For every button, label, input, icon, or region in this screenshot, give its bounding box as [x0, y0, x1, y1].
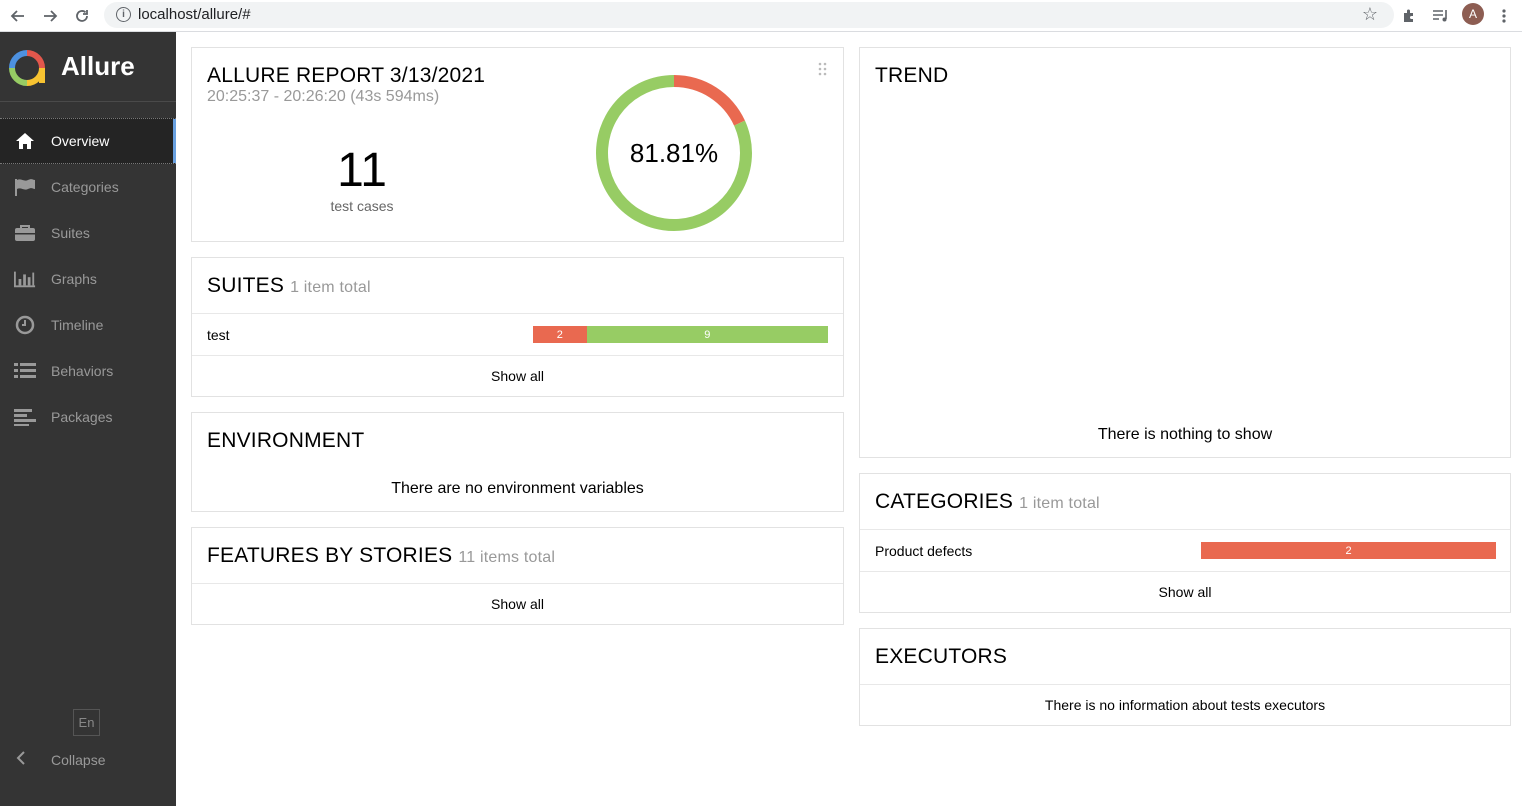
trend-widget: TREND There is nothing to show: [859, 47, 1511, 458]
passed-segment[interactable]: 9: [586, 326, 828, 343]
extensions-icon[interactable]: [1397, 4, 1421, 28]
environment-widget: ENVIRONMENT There are no environment var…: [191, 412, 844, 512]
features-show-all-row[interactable]: Show all: [192, 583, 843, 625]
categories-show-all-row[interactable]: Show all: [860, 571, 1510, 613]
sidebar-item-packages[interactable]: Packages: [0, 394, 176, 440]
home-icon: [14, 131, 36, 151]
table-row[interactable]: Product defects 2: [860, 529, 1510, 571]
sidebar-item-label: Categories: [51, 179, 119, 195]
categories-widget: CATEGORIES 1 item total Product defects 2…: [859, 473, 1511, 613]
executors-empty-row: There is no information about tests exec…: [860, 684, 1510, 726]
info-icon[interactable]: i: [116, 7, 131, 22]
back-icon[interactable]: [6, 4, 30, 28]
environment-title: ENVIRONMENT: [207, 429, 365, 452]
brand[interactable]: Allure: [0, 32, 176, 102]
profile-avatar[interactable]: A: [1462, 3, 1484, 25]
executors-empty-message: There is no information about tests exec…: [1044, 697, 1326, 713]
categories-count: 1 item total: [1019, 495, 1100, 512]
allure-logo-icon: [9, 50, 45, 86]
sidebar-item-overview[interactable]: Overview: [0, 118, 176, 164]
sidebar-item-label: Timeline: [51, 317, 104, 333]
suites-widget: SUITES 1 item total test 2 9 Show all: [191, 257, 844, 397]
features-title: FEATURES BY STORIES 11 items total: [207, 544, 556, 567]
success-rate-text: 81.81%: [630, 138, 718, 168]
suites-count: 1 item total: [290, 279, 371, 296]
executors-title: EXECUTORS: [875, 645, 1008, 668]
address-bar[interactable]: i localhost/allure/# ☆: [104, 2, 1394, 28]
trend-empty-message: There is nothing to show: [1097, 426, 1273, 443]
features-widget: FEATURES BY STORIES 11 items total Show a…: [191, 527, 844, 625]
table-row[interactable]: test 2 9: [192, 313, 843, 355]
report-title: ALLURE REPORT 3/13/2021: [207, 64, 486, 87]
sidebar-item-behaviors[interactable]: Behaviors: [0, 348, 176, 394]
sidebar-item-categories[interactable]: Categories: [0, 164, 176, 210]
suite-name: test: [207, 327, 230, 343]
sidebar-item-label: Suites: [51, 225, 90, 241]
sidebar-item-label: Overview: [51, 133, 110, 149]
report-time-range: 20:25:37 - 20:26:20 (43s 594ms): [207, 88, 440, 105]
suites-title: SUITES 1 item total: [207, 274, 371, 297]
show-all-link[interactable]: Show all: [860, 584, 1510, 600]
sidebar-item-timeline[interactable]: Timeline: [0, 302, 176, 348]
reload-icon[interactable]: [70, 4, 94, 28]
media-queue-icon[interactable]: [1429, 4, 1453, 28]
sidebar-item-graphs[interactable]: Graphs: [0, 256, 176, 302]
sidebar-item-label: Packages: [51, 409, 113, 425]
summary-widget: ALLURE REPORT 3/13/2021 20:25:37 - 20:26…: [191, 47, 844, 242]
collapse-label: Collapse: [51, 752, 106, 768]
briefcase-icon: [14, 223, 36, 243]
flag-icon: [14, 177, 36, 197]
trend-title: TREND: [875, 64, 949, 87]
suite-status-bar[interactable]: 2 9: [533, 326, 828, 343]
language-switch[interactable]: En: [73, 709, 100, 736]
url-text: localhost/allure/#: [138, 6, 251, 23]
chevron-left-icon: [16, 750, 26, 771]
browser-toolbar: i localhost/allure/# ☆ A: [0, 0, 1522, 32]
bookmark-star-icon[interactable]: ☆: [1362, 4, 1378, 25]
show-all-link[interactable]: Show all: [192, 368, 843, 384]
environment-empty-message: There are no environment variables: [391, 480, 644, 497]
sidebar-item-label: Graphs: [51, 271, 97, 287]
show-all-link[interactable]: Show all: [192, 596, 843, 612]
category-status-bar[interactable]: 2: [1201, 542, 1496, 559]
sidebar-item-suites[interactable]: Suites: [0, 210, 176, 256]
bar-chart-icon: [14, 269, 36, 289]
test-count: 11: [337, 144, 387, 197]
clock-icon: [14, 315, 36, 335]
failed-segment[interactable]: 2: [1201, 542, 1496, 559]
executors-widget: EXECUTORS There is no information about …: [859, 628, 1511, 726]
forward-icon[interactable]: [38, 4, 62, 28]
test-count-label: test cases: [330, 198, 394, 214]
sidebar-item-label: Behaviors: [51, 363, 114, 379]
drag-handle-icon[interactable]: [818, 62, 827, 76]
donut-failed-segment[interactable]: [674, 75, 745, 126]
features-count: 11 items total: [458, 549, 556, 566]
brand-name: Allure: [61, 51, 135, 81]
success-rate-donut[interactable]: 81.81%: [593, 72, 755, 234]
categories-title: CATEGORIES 1 item total: [875, 490, 1100, 513]
collapse-button[interactable]: Collapse: [0, 744, 176, 776]
align-left-icon: [14, 407, 36, 427]
failed-segment[interactable]: 2: [533, 326, 587, 343]
sidebar: Allure Overview Categories Suites Graphs: [0, 32, 176, 806]
list-icon: [14, 361, 36, 381]
sidebar-menu: Overview Categories Suites Graphs Timeli…: [0, 118, 176, 440]
suites-show-all-row[interactable]: Show all: [192, 355, 843, 397]
category-name: Product defects: [875, 543, 973, 559]
browser-menu-icon[interactable]: [1492, 4, 1516, 28]
